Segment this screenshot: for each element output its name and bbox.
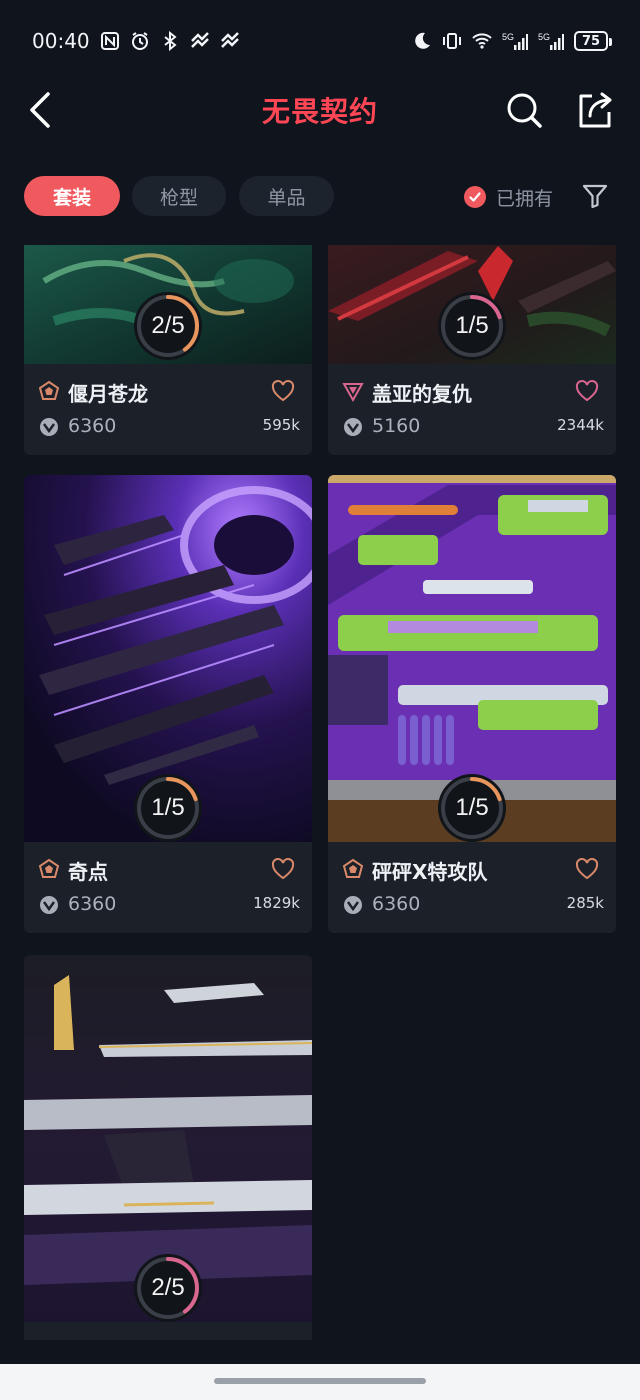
- bundle-view-count: 2344k: [557, 416, 604, 434]
- signal-5g-icon: 5G: [538, 32, 564, 50]
- collection-progress: 2/5: [132, 290, 204, 362]
- bundle-price: 6360: [68, 893, 117, 915]
- bluetooth-icon: [164, 31, 177, 51]
- vp-currency-icon: [40, 896, 58, 914]
- bundle-card[interactable]: 2/5 偃月苍龙 6360 595k: [24, 245, 312, 455]
- bundle-card[interactable]: 2/5: [24, 955, 312, 1340]
- bundle-view-count: 1829k: [253, 894, 300, 912]
- progress-label: 2/5: [151, 312, 185, 339]
- heart-icon[interactable]: [574, 379, 600, 403]
- bundle-price: 6360: [372, 893, 421, 915]
- sync-icon: [190, 32, 209, 48]
- bundle-info: 砰砰X特攻队 6360 285k: [328, 842, 616, 932]
- premium-tier-icon: [342, 858, 364, 878]
- collection-progress: 2/5: [132, 1252, 204, 1324]
- page-title: 无畏契约: [261, 95, 378, 128]
- collection-progress: 1/5: [436, 290, 508, 362]
- bundle-info: 盖亚的复仇 5160 2344k: [328, 364, 616, 454]
- status-left: 00:40: [32, 29, 240, 53]
- vp-currency-icon: [40, 418, 58, 436]
- heart-icon[interactable]: [270, 857, 296, 881]
- app-header: 无畏契约: [0, 82, 640, 142]
- filter-icon[interactable]: [580, 181, 610, 211]
- collection-progress: 1/5: [132, 772, 204, 844]
- tab-bundles[interactable]: 套装: [24, 176, 120, 216]
- moon-icon: [415, 32, 430, 49]
- bundle-name: 偃月苍龙: [68, 382, 148, 406]
- premium-tier-icon: [38, 858, 60, 878]
- owned-label: 已拥有: [496, 187, 554, 210]
- status-right: 5G 5G 75: [412, 31, 612, 51]
- vp-currency-icon: [344, 896, 362, 914]
- status-time: 00:40: [32, 29, 90, 53]
- alarm-icon: [131, 32, 148, 50]
- bundle-price: 6360: [68, 415, 117, 437]
- signal-5g-icon: 5G: [502, 32, 528, 50]
- share-icon[interactable]: [576, 90, 614, 130]
- battery-icon: 75: [574, 31, 612, 51]
- check-icon[interactable]: [464, 186, 486, 208]
- bundle-name: 砰砰X特攻队: [372, 860, 488, 884]
- bundle-card[interactable]: 1/5 盖亚的复仇 5160 2344k: [328, 245, 616, 455]
- vp-currency-icon: [344, 418, 362, 436]
- bundle-view-count: 285k: [566, 894, 604, 912]
- bundle-info: 偃月苍龙 6360 595k: [24, 364, 312, 454]
- sync-icon: [220, 32, 239, 48]
- wifi-icon: [472, 33, 492, 49]
- owned-toggle[interactable]: 已拥有: [464, 180, 553, 214]
- progress-label: 1/5: [151, 794, 185, 821]
- tab-weapon-type[interactable]: 枪型: [132, 176, 226, 216]
- heart-icon[interactable]: [574, 857, 600, 881]
- bundle-grid[interactable]: 2/5 偃月苍龙 6360 595k 1/5 盖亚的复仇 5160 2344k …: [0, 245, 640, 1340]
- svg-text:5G: 5G: [502, 32, 514, 42]
- bundle-info: 奇点 6360 1829k: [24, 842, 312, 932]
- svg-text:5G: 5G: [538, 32, 550, 42]
- bundle-view-count: 595k: [262, 416, 300, 434]
- exclusive-tier-icon: [342, 383, 364, 402]
- bundle-name: 盖亚的复仇: [372, 382, 472, 406]
- heart-icon[interactable]: [270, 379, 296, 403]
- bundle-card[interactable]: 1/5 奇点 6360 1829k: [24, 475, 312, 933]
- vibrate-icon: [443, 33, 461, 49]
- progress-label: 1/5: [455, 794, 489, 821]
- bundle-price: 5160: [372, 415, 421, 437]
- bundle-card[interactable]: 1/5 砰砰X特攻队 6360 285k: [328, 475, 616, 933]
- filter-row: 套装 枪型 单品 已拥有: [24, 176, 616, 218]
- tab-single-item[interactable]: 单品: [239, 176, 334, 216]
- home-indicator[interactable]: [214, 1378, 426, 1384]
- collection-progress: 1/5: [436, 772, 508, 844]
- search-icon[interactable]: [504, 90, 544, 130]
- progress-label: 1/5: [455, 312, 489, 339]
- nfc-icon: [100, 32, 119, 50]
- premium-tier-icon: [38, 380, 60, 400]
- progress-label: 2/5: [151, 1274, 185, 1301]
- system-nav-bar: [0, 1364, 640, 1400]
- bundle-name: 奇点: [68, 860, 108, 884]
- status-bar: 00:40 5G 5G 75: [0, 0, 640, 82]
